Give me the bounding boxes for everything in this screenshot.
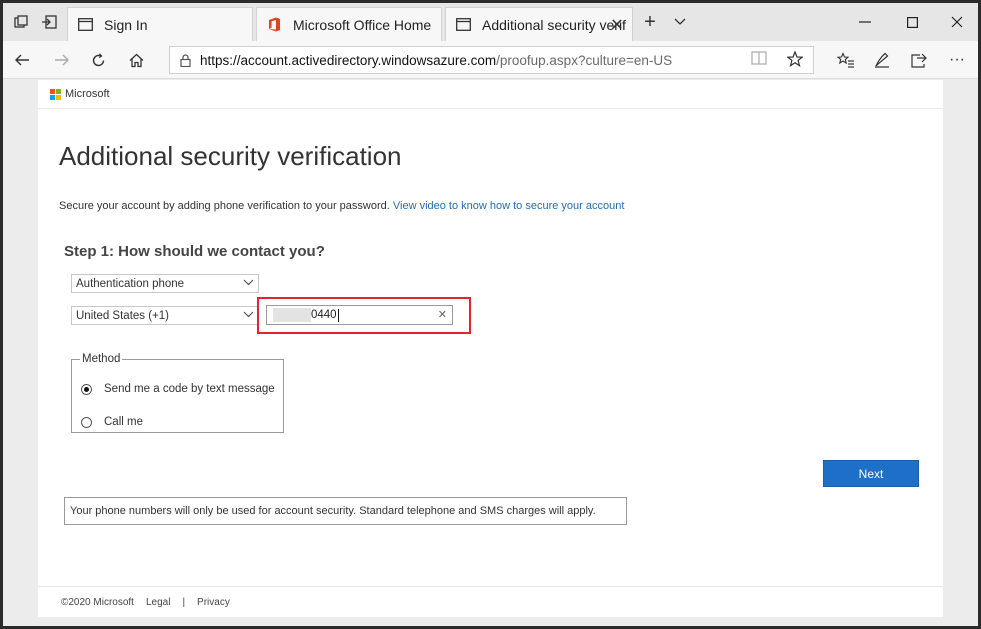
- charges-note: Your phone numbers will only be used for…: [64, 497, 627, 525]
- clear-input-icon[interactable]: ✕: [438, 308, 447, 321]
- home-icon[interactable]: [125, 49, 147, 71]
- address-bar[interactable]: https://account.activedirectory.windowsa…: [169, 46, 814, 74]
- method-option-call[interactable]: Call me: [81, 416, 143, 428]
- country-value: United States (+1): [76, 309, 170, 322]
- page-description: Secure your account by adding phone veri…: [59, 200, 624, 212]
- footer: ©2020 Microsoft Legal | Privacy: [61, 597, 230, 608]
- page-icon: [76, 18, 94, 31]
- close-tab-icon[interactable]: ✕: [608, 16, 626, 34]
- contact-method-value: Authentication phone: [76, 277, 185, 290]
- privacy-link[interactable]: Privacy: [197, 597, 230, 608]
- share-icon[interactable]: [908, 49, 930, 71]
- brand-name: Microsoft: [65, 88, 110, 100]
- url-text: https://account.activedirectory.windowsa…: [200, 53, 672, 68]
- method-option-label: Call me: [104, 416, 143, 428]
- tab-label: Microsoft Office Home: [293, 16, 432, 33]
- navigation-bar: https://account.activedirectory.windowsa…: [3, 41, 978, 79]
- office-logo-icon: [265, 17, 283, 32]
- tab-strip: Sign In Microsoft Office Home Additional…: [3, 3, 978, 41]
- new-tab-icon[interactable]: +: [640, 11, 660, 33]
- chevron-down-icon[interactable]: [670, 12, 690, 32]
- method-legend: Method: [82, 353, 121, 365]
- more-options-icon[interactable]: ···: [946, 49, 968, 71]
- tab-label: Sign In: [104, 16, 148, 33]
- step-title: Step 1: How should we contact you?: [64, 243, 325, 260]
- method-group: Method Send me a code by text message Ca…: [71, 353, 284, 433]
- favorites-hub-icon[interactable]: [835, 49, 857, 71]
- tab-additional-security[interactable]: Additional security verif ✕: [445, 7, 633, 41]
- footer-divider: [38, 586, 943, 587]
- description-text: Secure your account by adding phone veri…: [59, 200, 390, 212]
- favorite-star-icon[interactable]: [786, 50, 804, 72]
- set-tabs-aside-icon[interactable]: [39, 12, 59, 32]
- tab-label: Additional security verif: [482, 16, 626, 33]
- close-window-icon[interactable]: [947, 12, 967, 32]
- microsoft-logo: Microsoft: [50, 88, 110, 100]
- video-link[interactable]: View video to know how to secure your ac…: [393, 200, 625, 212]
- pen-notes-icon[interactable]: [871, 49, 893, 71]
- copyright: ©2020 Microsoft: [61, 597, 134, 608]
- forward-icon[interactable]: [51, 49, 73, 71]
- text-cursor: [337, 308, 339, 322]
- method-option-text[interactable]: Send me a code by text message: [81, 383, 275, 395]
- tab-office-home[interactable]: Microsoft Office Home: [256, 7, 442, 41]
- next-button[interactable]: Next: [823, 460, 919, 487]
- phone-number-value: 0440: [311, 309, 337, 321]
- microsoft-logo-icon: [50, 88, 61, 100]
- chevron-down-icon: [243, 277, 254, 289]
- url-path: /proofup.aspx?culture=en-US: [496, 52, 673, 68]
- country-select[interactable]: United States (+1): [71, 306, 259, 325]
- chevron-down-icon: [243, 309, 254, 321]
- page-icon: [454, 18, 472, 31]
- phone-number-input[interactable]: 0440 ✕: [266, 305, 453, 325]
- minimize-icon[interactable]: [855, 12, 875, 32]
- method-option-label: Send me a code by text message: [104, 383, 275, 395]
- lock-icon: [170, 53, 200, 67]
- tab-sign-in[interactable]: Sign In: [67, 7, 253, 41]
- url-host: https://account.activedirectory.windowsa…: [200, 52, 497, 68]
- browser-window: Sign In Microsoft Office Home Additional…: [0, 0, 981, 629]
- back-icon[interactable]: [11, 49, 33, 71]
- radio-button[interactable]: [81, 416, 92, 428]
- radio-button[interactable]: [81, 383, 92, 395]
- contact-method-select[interactable]: Authentication phone: [71, 274, 259, 293]
- tab-manager-icon[interactable]: [11, 12, 31, 32]
- refresh-icon[interactable]: [87, 49, 109, 71]
- legal-link[interactable]: Legal: [146, 597, 170, 608]
- page-title: Additional security verification: [59, 141, 402, 171]
- maximize-icon[interactable]: [902, 12, 922, 32]
- header-divider: [38, 108, 943, 109]
- redacted-digits: [273, 308, 311, 322]
- page-content: Microsoft Additional security verificati…: [38, 80, 943, 617]
- reading-view-icon[interactable]: [751, 51, 767, 72]
- footer-separator: |: [182, 597, 186, 608]
